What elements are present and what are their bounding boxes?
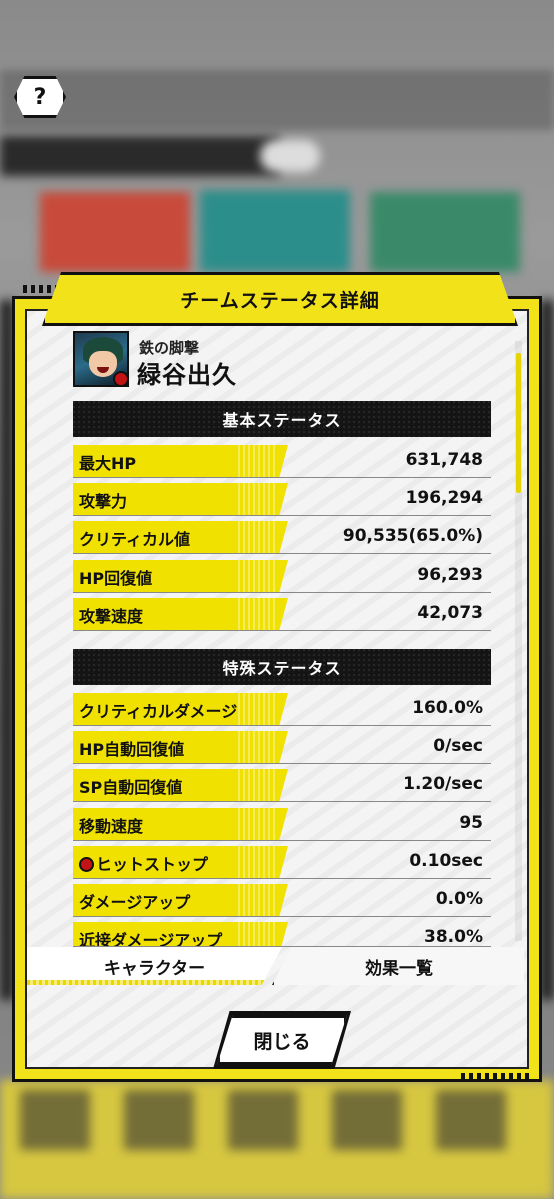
element-badge-icon	[113, 371, 127, 385]
team-status-modal: 鉄の脚撃 緑谷出久 基本ステータス 最大HP 631,748 攻撃力 196,2…	[12, 285, 542, 1082]
tab-label: キャラクター	[103, 958, 206, 979]
stat-value: 90,535(65.0%)	[342, 526, 483, 546]
special-status-header: 特殊ステータス	[73, 649, 491, 685]
section-title: 特殊ステータス	[222, 659, 342, 678]
stat-value: 96,293	[417, 565, 483, 585]
stat-row: クリティカル値 90,535(65.0%)	[73, 521, 491, 554]
close-button-label: 閉じる	[253, 1030, 311, 1053]
background-side-right	[540, 300, 554, 1000]
tab-bar: キャラクター 効果一覧	[27, 947, 533, 987]
basic-status-header: 基本ステータス	[73, 401, 491, 437]
background-sub-card-left	[40, 192, 190, 272]
stat-label: ヒットストップ	[96, 855, 209, 874]
portrait-face	[89, 351, 117, 377]
stat-value: 0/sec	[433, 736, 483, 756]
character-name: 緑谷出久	[137, 361, 237, 389]
stat-row: 攻撃力 196,294	[73, 483, 491, 516]
stat-row: HP自動回復値 0/sec	[73, 731, 491, 764]
character-header: 鉄の脚撃 緑谷出久	[73, 331, 373, 391]
stat-value: 0.10sec	[409, 851, 483, 871]
stat-label: 移動速度	[79, 817, 144, 836]
stat-label: 最大HP	[79, 454, 137, 473]
section-title: 基本ステータス	[222, 411, 342, 430]
stat-value: 95	[459, 813, 483, 833]
stat-value: 1.20/sec	[403, 774, 483, 794]
stat-label: ダメージアップ	[79, 893, 191, 912]
stat-row: SP自動回復値 1.20/sec	[73, 769, 491, 802]
background-power-bar	[0, 136, 280, 176]
stat-row: 最大HP 631,748	[73, 445, 491, 478]
stat-row: 移動速度 95	[73, 808, 491, 841]
stat-label: HP自動回復値	[79, 740, 185, 759]
background-power-toggle	[260, 140, 320, 172]
stat-row: クリティカルダメージ 160.0%	[73, 693, 491, 726]
background-sub-card-right	[370, 192, 520, 272]
help-icon: ?	[33, 84, 47, 110]
stat-label: HP回復値	[79, 569, 153, 588]
stat-label: SP自動回復値	[79, 778, 183, 797]
tab-character[interactable]: キャラクター	[27, 947, 282, 985]
decorative-stripes	[461, 1073, 531, 1081]
modal-content: 鉄の脚撃 緑谷出久 基本ステータス 最大HP 631,748 攻撃力 196,2…	[25, 309, 529, 1069]
close-button[interactable]: 閉じる	[217, 1015, 347, 1065]
stat-row: HP回復値 96,293	[73, 560, 491, 593]
stat-value: 42,073	[417, 603, 483, 623]
stat-label: 近接ダメージアップ	[79, 931, 223, 947]
tab-effects-list[interactable]: 効果一覧	[272, 947, 524, 985]
tab-label: 効果一覧	[365, 958, 433, 979]
stat-row: ヒットストップ 0.10sec	[73, 846, 491, 879]
stat-value: 160.0%	[412, 698, 483, 718]
stat-value: 631,748	[405, 450, 483, 470]
badge-icon	[79, 857, 94, 872]
stat-row: 攻撃速度 42,073	[73, 598, 491, 631]
stat-row: 近接ダメージアップ 38.0%	[73, 922, 491, 947]
stat-value: 0.0%	[435, 889, 483, 909]
help-button[interactable]: ?	[14, 76, 66, 118]
stat-label: クリティカル値	[79, 530, 191, 549]
stat-row: ダメージアップ 0.0%	[73, 884, 491, 917]
background-bottom-icons	[20, 1090, 540, 1150]
stat-label-with-icon: ヒットストップ	[79, 851, 208, 875]
stat-label: 攻撃力	[79, 492, 128, 511]
stat-value: 196,294	[405, 488, 483, 508]
stat-label: クリティカルダメージ	[79, 702, 238, 721]
character-portrait	[73, 331, 129, 387]
modal-title-banner: チームステータス詳細	[42, 272, 518, 326]
stat-value: 38.0%	[424, 927, 483, 947]
scrollbar-thumb[interactable]	[516, 353, 521, 493]
stat-label: 攻撃速度	[79, 607, 144, 626]
background-main-card	[200, 190, 350, 272]
background-top-bar	[0, 70, 554, 130]
modal-title: チームステータス詳細	[180, 289, 380, 312]
